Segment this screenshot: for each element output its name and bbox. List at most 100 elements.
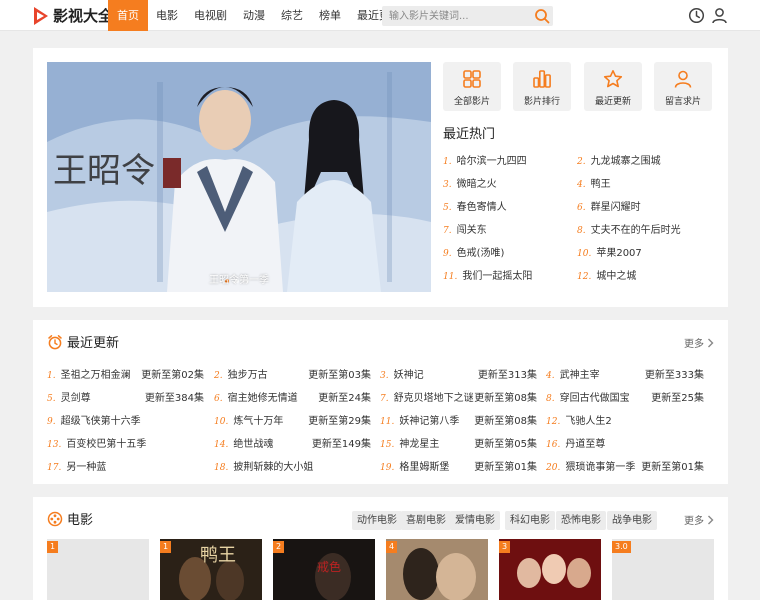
hot-item[interactable]: 10. 苹果2007 bbox=[577, 244, 642, 259]
update-item[interactable]: 8. 穿回古代做国宝 bbox=[546, 389, 630, 404]
quick-request[interactable]: 留言求片 bbox=[654, 62, 712, 111]
featured-banner[interactable]: 王昭令 王昭令第一季 bbox=[47, 62, 431, 292]
update-title: 宿主她修无情道 bbox=[227, 393, 298, 404]
movie-poster[interactable]: 1 bbox=[47, 539, 149, 600]
hot-item[interactable]: 1. 哈尔滨一九四四 bbox=[443, 152, 527, 167]
banner-artwork: 王昭令 bbox=[47, 62, 431, 292]
nav-tv[interactable]: 电视剧 bbox=[186, 0, 235, 31]
update-episode: 更新至第05集 bbox=[474, 439, 537, 450]
quick-recent[interactable]: 最近更新 bbox=[584, 62, 642, 111]
hot-item[interactable]: 9. 色戒(汤唯) bbox=[443, 244, 504, 259]
update-episode: 更新至第01集 bbox=[641, 462, 704, 473]
user-account-icon[interactable] bbox=[711, 7, 728, 24]
update-item[interactable]: 11. 妖神记第八季 bbox=[380, 412, 459, 427]
update-item[interactable]: 3. 妖神记 bbox=[380, 366, 424, 381]
hot-item[interactable]: 8. 丈夫不在的午后时光 bbox=[577, 221, 681, 236]
nav-movies[interactable]: 电影 bbox=[148, 0, 186, 31]
poster-art bbox=[499, 539, 601, 600]
play-logo-icon bbox=[34, 6, 48, 25]
update-item[interactable]: 14. 绝世战魂 bbox=[214, 435, 273, 450]
update-title: 穿回古代做国宝 bbox=[559, 393, 630, 404]
search-input[interactable] bbox=[382, 6, 530, 26]
hot-rank: 12. bbox=[577, 272, 592, 282]
hot-item[interactable]: 2. 九龙城寨之围城 bbox=[577, 152, 661, 167]
poster-art: 鸭王 bbox=[160, 539, 262, 600]
hot-item[interactable]: 11. 我们一起摇太阳 bbox=[443, 267, 532, 282]
hot-rank: 5. bbox=[443, 203, 452, 213]
update-item[interactable]: 20. 猥琐诡事第一季 bbox=[546, 458, 635, 473]
quick-all-movies-label: 全部影片 bbox=[453, 97, 490, 107]
user-icon bbox=[674, 70, 692, 88]
hot-item[interactable]: 6. 群星闪耀时 bbox=[577, 198, 641, 213]
quick-ranking[interactable]: 影片排行 bbox=[513, 62, 571, 111]
movie-poster[interactable]: 3 bbox=[499, 539, 601, 600]
hot-rank: 11. bbox=[443, 272, 458, 282]
nav-home[interactable]: 首页 bbox=[108, 0, 148, 31]
update-title: 炼气十万年 bbox=[233, 416, 284, 427]
movie-poster[interactable]: 鸭王 1 bbox=[160, 539, 262, 600]
tag-romance[interactable]: 爱情电影 bbox=[450, 511, 500, 530]
quick-all-movies[interactable]: 全部影片 bbox=[443, 62, 501, 111]
hot-title: 我们一起摇太阳 bbox=[462, 271, 533, 282]
update-item[interactable]: 5. 灵剑尊 bbox=[47, 389, 91, 404]
update-item[interactable]: 12. 飞驰人生2 bbox=[546, 412, 612, 427]
history-clock-icon[interactable] bbox=[688, 7, 705, 24]
site-logo[interactable]: 影视大全 bbox=[32, 5, 113, 26]
update-item[interactable]: 17. 另一种蓝 bbox=[47, 458, 106, 473]
recent-more-link[interactable]: 更多 bbox=[684, 335, 714, 350]
update-item[interactable]: 18. 披荆斩棘的大小姐 bbox=[214, 458, 313, 473]
chevron-right-icon bbox=[708, 338, 714, 347]
recent-more-label: 更多 bbox=[684, 339, 704, 350]
hot-rank: 3. bbox=[443, 180, 452, 190]
update-item[interactable]: 15. 神龙星主 bbox=[380, 435, 439, 450]
update-item[interactable]: 1. 圣祖之万相金澜 bbox=[47, 366, 131, 381]
update-episode: 更新至第02集 bbox=[141, 370, 204, 381]
update-title: 格里姆斯堡 bbox=[399, 462, 450, 473]
update-item[interactable]: 4. 武神主宰 bbox=[546, 366, 600, 381]
search-box bbox=[382, 6, 553, 26]
update-rank: 12. bbox=[546, 417, 561, 427]
star-icon bbox=[603, 70, 623, 88]
nav-ranking[interactable]: 榜单 bbox=[311, 0, 349, 31]
tag-war[interactable]: 战争电影 bbox=[607, 511, 657, 530]
movies-more-link[interactable]: 更多 bbox=[684, 512, 714, 527]
tag-comedy[interactable]: 喜剧电影 bbox=[401, 511, 451, 530]
hero-section: 王昭令 王昭令第一季 全部影片 影片排行 最近更新 留言求片 最近热门 1. 哈… bbox=[33, 48, 728, 307]
update-rank: 2. bbox=[214, 371, 223, 381]
update-episode: 更新至24集 bbox=[318, 393, 371, 404]
update-item[interactable]: 13. 百变校巴第十五季 bbox=[47, 435, 146, 450]
movie-poster[interactable]: 3.0 bbox=[612, 539, 714, 600]
hot-item[interactable]: 12. 城中之城 bbox=[577, 267, 636, 282]
nav-variety[interactable]: 综艺 bbox=[273, 0, 311, 31]
movie-poster[interactable]: 戒色 2 bbox=[273, 539, 375, 600]
nav-anime[interactable]: 动漫 bbox=[235, 0, 273, 31]
tag-horror[interactable]: 恐怖电影 bbox=[556, 511, 606, 530]
poster-badge: 1 bbox=[47, 541, 59, 553]
hot-item[interactable]: 5. 春色寄情人 bbox=[443, 198, 507, 213]
movie-poster[interactable]: 4 bbox=[386, 539, 488, 600]
update-title: 妖神记第八季 bbox=[399, 416, 460, 427]
search-icon[interactable] bbox=[533, 7, 551, 25]
hot-item[interactable]: 7. 闯关东 bbox=[443, 221, 487, 236]
update-title: 神龙星主 bbox=[399, 439, 440, 450]
update-rank: 14. bbox=[214, 440, 229, 450]
hot-title: 九龙城寨之围城 bbox=[590, 156, 661, 167]
update-item[interactable]: 6. 宿主她修无情道 bbox=[214, 389, 298, 404]
hot-item[interactable]: 3. 微暗之火 bbox=[443, 175, 497, 190]
update-item[interactable]: 10. 炼气十万年 bbox=[214, 412, 283, 427]
update-rank: 3. bbox=[380, 371, 389, 381]
update-item[interactable]: 2. 独步万古 bbox=[214, 366, 268, 381]
hot-item[interactable]: 4. 鸭王 bbox=[577, 175, 611, 190]
movies-section-title: 电影 bbox=[67, 513, 94, 528]
hot-rank: 10. bbox=[577, 249, 592, 259]
tag-scifi[interactable]: 科幻电影 bbox=[505, 511, 555, 530]
update-title: 舒克贝塔地下之谜 bbox=[393, 393, 474, 404]
update-rank: 4. bbox=[546, 371, 555, 381]
update-item[interactable]: 7. 舒克贝塔地下之谜 bbox=[380, 389, 474, 404]
update-item[interactable]: 16. 丹道至尊 bbox=[546, 435, 605, 450]
update-item[interactable]: 9. 超级飞侠第十六季 bbox=[47, 412, 141, 427]
poster-badge: 4 bbox=[386, 541, 398, 553]
update-item[interactable]: 19. 格里姆斯堡 bbox=[380, 458, 449, 473]
tag-action[interactable]: 动作电影 bbox=[352, 511, 402, 530]
update-title: 丹道至尊 bbox=[565, 439, 606, 450]
